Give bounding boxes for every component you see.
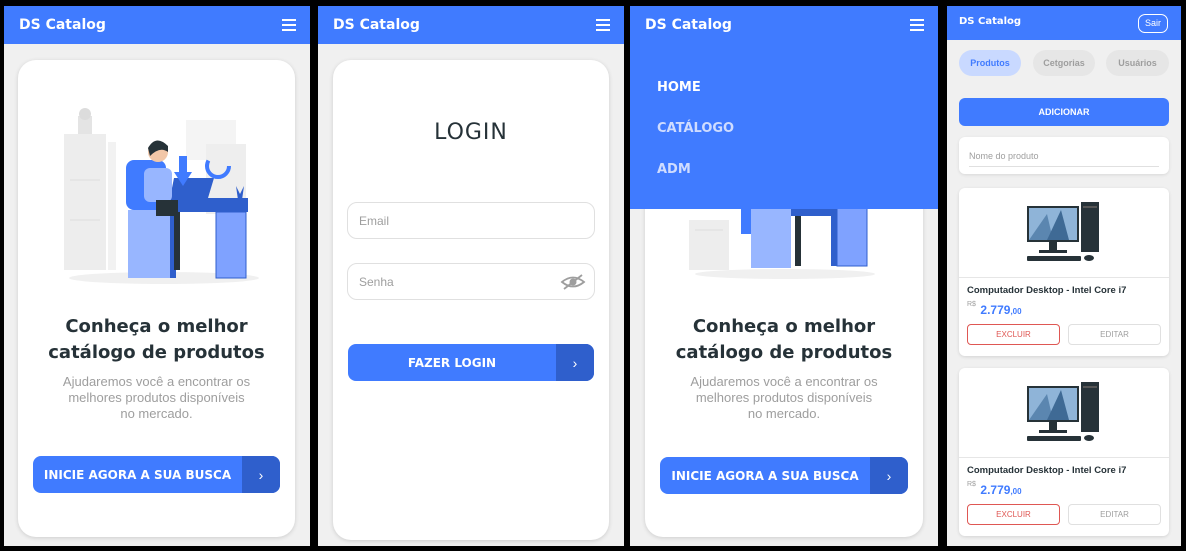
logout-button[interactable]: Sair	[1137, 14, 1168, 33]
product-card: Computador Desktop - Intel Core i7 R$ 2.…	[959, 188, 1169, 356]
product-price: R$ 2.779,00	[967, 301, 1022, 317]
product-image	[959, 368, 1169, 458]
password-field[interactable]: Senha	[347, 263, 595, 300]
tab-products[interactable]: Produtos	[959, 50, 1021, 76]
add-product-button[interactable]: ADICIONAR	[959, 98, 1169, 126]
product-card: Computador Desktop - Intel Core i7 R$ 2.…	[959, 368, 1169, 536]
tab-categories[interactable]: Cetgorias	[1033, 50, 1095, 76]
hamburger-icon[interactable]	[596, 19, 610, 31]
hero-title: Conheça o melhor catálogo de produtos	[48, 316, 265, 363]
login-card: LOGIN Email Senha FAZER LOGIN ›	[333, 60, 609, 540]
brand-logo[interactable]: DS Catalog	[333, 17, 420, 33]
hero-title: Conheça o melhor catálogo de produtos	[675, 316, 893, 363]
hero-subtitle: Ajudaremos você a encontrar os melhores …	[690, 374, 878, 421]
nav-admin[interactable]: ADM	[657, 162, 691, 177]
brand-logo[interactable]: DS Catalog	[645, 17, 732, 33]
delete-button[interactable]: EXCLUIR	[967, 504, 1060, 525]
eye-off-icon[interactable]	[560, 273, 586, 291]
nav-home[interactable]: HOME	[657, 80, 701, 95]
hamburger-icon[interactable]	[282, 19, 296, 31]
start-search-button[interactable]: INICIE AGORA A SUA BUSCA ›	[33, 456, 280, 493]
app-bar: DS Catalog Sair	[947, 6, 1181, 40]
product-name: Computador Desktop - Intel Core i7	[967, 465, 1127, 476]
product-price: R$ 2.779,00	[967, 481, 1022, 497]
desktop-computer-image	[1027, 382, 1099, 441]
nav-drawer: DS Catalog HOME CATÁLOGO ADM	[630, 6, 938, 209]
app-bar: DS Catalog	[318, 6, 624, 44]
office-illustration	[689, 200, 875, 279]
chevron-right-icon: ›	[242, 456, 280, 493]
product-search[interactable]: Nome do produto	[959, 137, 1169, 174]
app-bar: DS Catalog	[4, 6, 310, 44]
edit-button[interactable]: EDITAR	[1068, 504, 1161, 525]
chevron-right-icon: ›	[870, 457, 908, 494]
product-name: Computador Desktop - Intel Core i7	[967, 285, 1127, 296]
search-underline	[969, 166, 1159, 167]
hamburger-icon[interactable]	[910, 19, 924, 31]
home-card: Conheça o melhor catálogo de produtos Aj…	[18, 60, 295, 537]
hero-subtitle: Ajudaremos você a encontrar os melhores …	[62, 374, 251, 421]
login-button[interactable]: FAZER LOGIN ›	[348, 344, 594, 381]
chevron-right-icon: ›	[556, 344, 594, 381]
admin-screen: DS Catalog Sair Produtos Cetgorias Usuár…	[947, 6, 1181, 546]
desktop-computer-image	[1027, 202, 1099, 261]
product-image	[959, 188, 1169, 278]
login-title: LOGIN	[434, 120, 508, 145]
email-field[interactable]: Email	[347, 202, 595, 239]
brand-logo[interactable]: DS Catalog	[19, 17, 106, 33]
start-search-button[interactable]: INICIE AGORA A SUA BUSCA ›	[660, 457, 908, 494]
login-screen: DS Catalog LOGIN Email Senha FAZER LOGIN…	[318, 6, 624, 546]
brand-logo[interactable]: DS Catalog	[959, 16, 1021, 27]
menu-screen: Conheça o melhor catálogo de produtos Aj…	[630, 6, 938, 546]
edit-button[interactable]: EDITAR	[1068, 324, 1161, 345]
tab-users[interactable]: Usuários	[1106, 50, 1169, 76]
office-illustration	[56, 90, 266, 285]
delete-button[interactable]: EXCLUIR	[967, 324, 1060, 345]
nav-catalog[interactable]: CATÁLOGO	[657, 121, 734, 136]
home-screen: DS Catalog Conheça o melhor catálogo de …	[4, 6, 310, 546]
